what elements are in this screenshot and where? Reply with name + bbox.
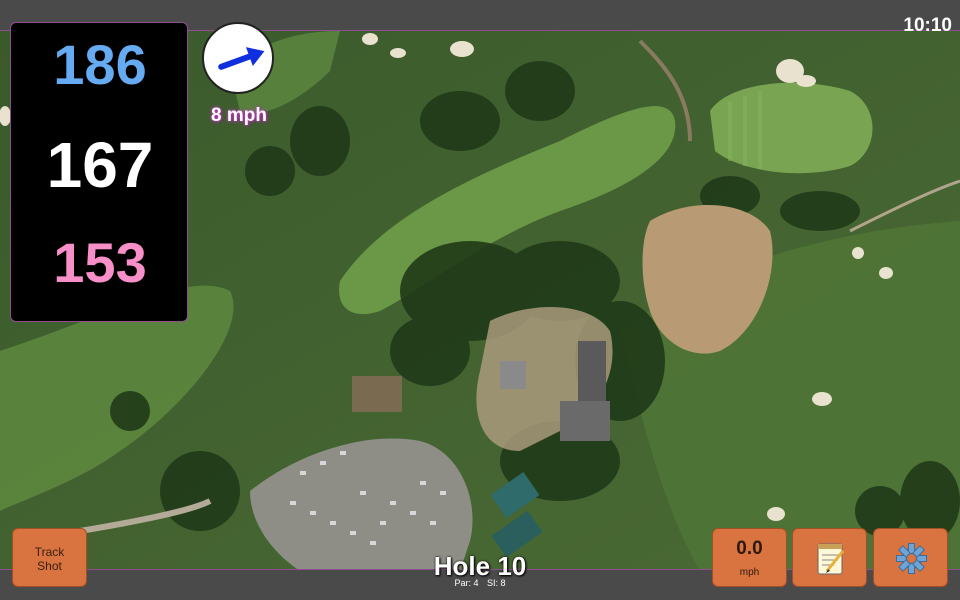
distance-front: 153: [53, 231, 147, 294]
distance-middle: 167: [46, 129, 154, 201]
wind-direction-indicator: [202, 22, 274, 94]
settings-button[interactable]: [873, 528, 948, 587]
speed-unit: mph: [739, 567, 760, 578]
distance-panel: 186 167 153: [10, 22, 188, 322]
wind-speed-label: 8 mph: [211, 105, 267, 126]
hole-par: Par: 4: [454, 578, 479, 588]
notepad-icon: [817, 543, 845, 575]
track-shot-button[interactable]: Track Shot: [12, 528, 87, 587]
gear-icon: [896, 543, 927, 574]
clock-time: 10:10: [903, 15, 952, 36]
speed-button[interactable]: 0.0 mph: [712, 528, 787, 587]
track-shot-label-line1: Track: [34, 545, 65, 559]
hole-info: Par: 4 SI: 8: [380, 578, 580, 588]
wind-arrow-icon: [218, 47, 265, 70]
distance-back: 186: [53, 33, 147, 96]
track-shot-label-line2: Shot: [37, 559, 62, 573]
speed-value: 0.0: [736, 538, 763, 559]
notes-button[interactable]: [792, 528, 867, 587]
hole-stroke-index: SI: 8: [487, 578, 506, 588]
